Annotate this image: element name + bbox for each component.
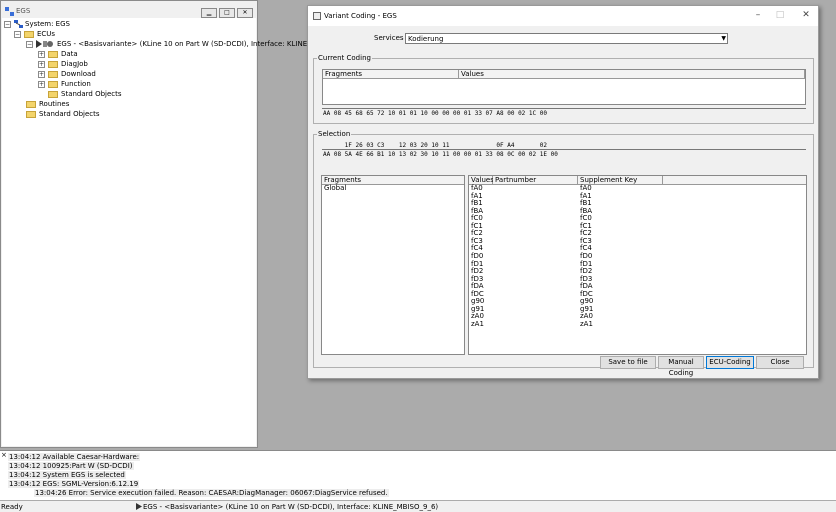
minimize-button[interactable]: ▁: [201, 8, 217, 18]
expand-icon[interactable]: +: [38, 61, 45, 68]
collapse-icon[interactable]: −: [26, 41, 33, 48]
tree-node-standard-objects[interactable]: Standard Objects: [26, 109, 206, 119]
tree-label: Data: [61, 50, 78, 58]
tree-node-data[interactable]: + Data: [38, 49, 218, 59]
folder-icon: [48, 51, 58, 58]
close-icon[interactable]: ×: [1, 451, 7, 459]
dialog-title: Variant Coding - EGS: [324, 12, 397, 20]
chevron-down-icon[interactable]: ▼: [721, 35, 726, 42]
selection-label: Selection: [317, 130, 352, 138]
tree-label: Routines: [39, 100, 70, 108]
expand-icon[interactable]: +: [38, 51, 45, 58]
folder-icon: [48, 81, 58, 88]
folder-icon: [48, 91, 58, 98]
tree-label: Download: [61, 70, 96, 78]
tree-node-ecus[interactable]: − ECUs: [14, 29, 244, 39]
tree-label: Standard Objects: [61, 90, 122, 98]
current-coding-hex: AA 08 45 68 65 72 10 01 01 10 00 00 00 0…: [323, 110, 547, 117]
tree-label: Function: [61, 80, 91, 88]
row-value[interactable]: zA1: [471, 320, 484, 329]
expand-icon[interactable]: +: [38, 71, 45, 78]
log-line-error: 13:04:26 Error: Service execution failed…: [34, 489, 389, 497]
selection-diff-line: 1F 26 03 C3 12 03 20 10 11 0F A4 02: [323, 142, 547, 149]
tree-label: Standard Objects: [39, 110, 100, 118]
status-info: EGS - <Basisvariante> (KLine 10 on Part …: [143, 503, 439, 511]
tree-node-function[interactable]: + Function: [38, 79, 218, 89]
tree-label: ECUs: [37, 30, 56, 38]
tree-window: EGS ▁ □ ✕ − System: EGS − ECUs − EGS - <…: [0, 0, 307, 448]
tree-node-download[interactable]: + Download: [38, 69, 218, 79]
tree-node-ecu[interactable]: − EGS - <Basisvariante> (KLine 10 on Par…: [26, 39, 307, 49]
minimize-icon[interactable]: –: [751, 10, 765, 22]
log-line: 13:04:12 EGS: SGML-Version:6.12.19: [8, 480, 140, 488]
column-header-values[interactable]: Values: [459, 70, 805, 79]
selection-hex: AA 08 5A 4E 66 B1 10 13 02 30 10 11 00 0…: [323, 151, 558, 158]
current-coding-label: Current Coding: [317, 54, 372, 62]
column-header-fragments[interactable]: Fragments: [323, 70, 459, 79]
values-table[interactable]: Values Partnumber Supplement Key fA0 fA0 f…: [468, 175, 807, 355]
folder-icon: [24, 31, 34, 38]
selection-group: Selection 1F 26 03 C3 12 03 20 10 11 0F …: [313, 130, 814, 368]
services-label: Services: [374, 34, 404, 42]
ecu-icon: [36, 40, 53, 48]
tree-node-routines[interactable]: Routines: [26, 99, 206, 109]
expand-icon[interactable]: +: [38, 81, 45, 88]
services-select[interactable]: Kodierung ▼: [405, 33, 728, 44]
column-header-empty: [663, 176, 806, 185]
dialog-icon: [313, 12, 321, 20]
tree-view[interactable]: − System: EGS − ECUs − EGS - <Basisvaria…: [2, 18, 307, 446]
divider: [322, 149, 806, 150]
tree-window-title: EGS: [16, 7, 31, 15]
divider: [322, 108, 806, 109]
row-supplement-key[interactable]: zA1: [580, 320, 593, 329]
status-bar: Ready EGS - <Basisvariante> (KLine 10 on…: [0, 501, 836, 512]
ecu-coding-button[interactable]: ECU-Coding: [706, 356, 754, 369]
services-value: Kodierung: [408, 35, 444, 43]
tree-node-system[interactable]: − System: EGS: [4, 19, 244, 29]
current-coding-group: Current Coding Fragments Values AA 08 45…: [313, 54, 814, 124]
network-icon: [14, 20, 23, 28]
collapse-icon[interactable]: −: [14, 31, 21, 38]
folder-icon: [26, 101, 36, 108]
close-button[interactable]: Close: [756, 356, 804, 369]
tree-node-standard-objects-ecu[interactable]: Standard Objects: [48, 89, 228, 99]
column-header-partnumber[interactable]: Partnumber: [493, 176, 578, 185]
list-item[interactable]: Global: [324, 184, 346, 193]
collapse-icon[interactable]: −: [4, 21, 11, 28]
tree-label: System: EGS: [25, 20, 70, 28]
maximize-button[interactable]: □: [219, 8, 235, 18]
close-window-button[interactable]: ✕: [237, 8, 253, 18]
log-line: 13:04:12 System EGS is selected: [8, 471, 126, 479]
log-pane[interactable]: × 13:04:12 Available Caesar-Hardware: 13…: [0, 450, 836, 500]
tree-label: EGS - <Basisvariante> (KLine 10 on Part …: [57, 40, 308, 48]
current-coding-table[interactable]: Fragments Values: [322, 69, 806, 105]
save-to-file-button[interactable]: Save to file: [600, 356, 656, 369]
app-icon: [5, 7, 14, 16]
status-ready: Ready: [1, 503, 23, 511]
close-icon[interactable]: ✕: [799, 10, 813, 22]
dialog-titlebar: Variant Coding - EGS – □ ✕: [308, 6, 818, 26]
log-line: 13:04:12 Available Caesar-Hardware:: [8, 453, 141, 461]
maximize-icon[interactable]: □: [773, 10, 787, 22]
variant-coding-dialog: Variant Coding - EGS – □ ✕ Services Kodi…: [307, 5, 819, 379]
fragments-list[interactable]: Fragments Global: [321, 175, 465, 355]
folder-icon: [26, 111, 36, 118]
folder-icon: [48, 71, 58, 78]
tree-node-diagjob[interactable]: + DiagJob: [38, 59, 218, 69]
ecu-icon: [136, 503, 142, 510]
folder-icon: [48, 61, 58, 68]
tree-label: DiagJob: [61, 60, 88, 68]
manual-coding-button[interactable]: Manual Coding: [658, 356, 704, 377]
log-line: 13:04:12 100925:Part W (SD-DCDI): [8, 462, 134, 470]
